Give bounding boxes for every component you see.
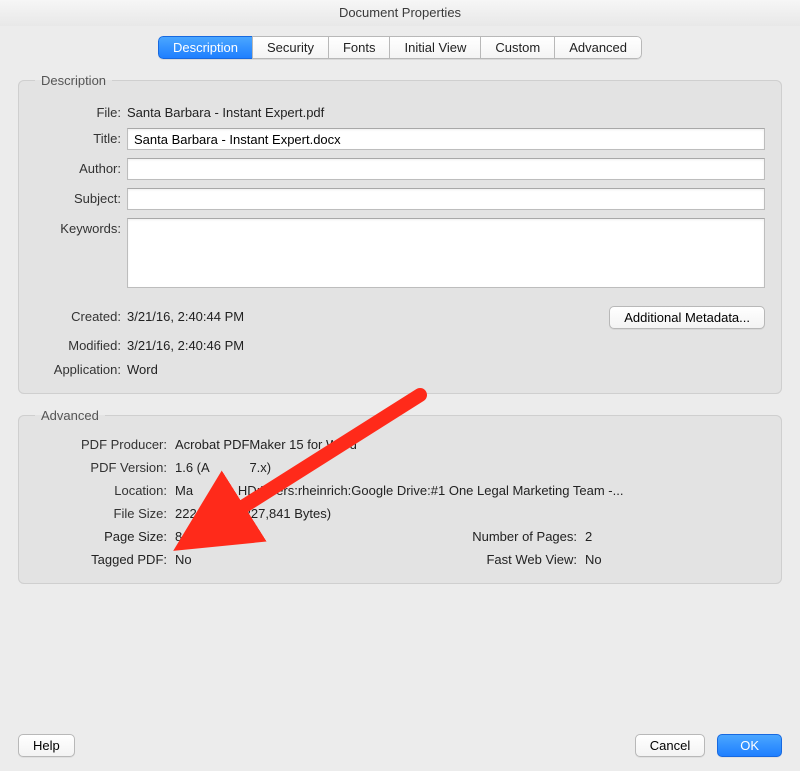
tab-initial-view[interactable]: Initial View (389, 36, 480, 59)
advanced-legend: Advanced (35, 408, 105, 423)
fast-web-view-value: No (585, 552, 765, 567)
pdf-version-label: PDF Version: (35, 460, 175, 475)
location-label: Location: (35, 483, 175, 498)
page-size-value: 8.50 x 10.99 in (175, 529, 385, 544)
author-label: Author: (35, 158, 127, 176)
tab-security[interactable]: Security (252, 36, 328, 59)
cancel-button[interactable]: Cancel (635, 734, 705, 757)
help-button[interactable]: Help (18, 734, 75, 757)
file-label: File: (35, 102, 127, 120)
modified-label: Modified: (35, 335, 127, 353)
keywords-input[interactable] (127, 218, 765, 288)
advanced-group: Advanced PDF Producer: Acrobat PDFMaker … (18, 408, 782, 584)
pdf-producer-label: PDF Producer: (35, 437, 175, 452)
titlebar: Document Properties (0, 0, 800, 26)
tagged-pdf-label: Tagged PDF: (35, 552, 175, 567)
window-title: Document Properties (339, 5, 461, 20)
created-label: Created: (35, 306, 127, 324)
pdf-version-value: 1.6 (Acrobat 7.x) (175, 460, 765, 475)
title-label: Title: (35, 128, 127, 146)
tab-segmented-control: Description Security Fonts Initial View … (158, 36, 642, 59)
subject-label: Subject: (35, 188, 127, 206)
author-input[interactable] (127, 158, 765, 180)
file-value: Santa Barbara - Instant Expert.pdf (127, 102, 765, 120)
tagged-pdf-value: No (175, 552, 385, 567)
file-size-value: 222.50 KB (227,841 Bytes) (175, 506, 765, 521)
content-frame: Description File: Santa Barbara - Instan… (18, 73, 782, 713)
created-value: 3/21/16, 2:40:44 PM (127, 306, 609, 324)
additional-metadata-button[interactable]: Additional Metadata... (609, 306, 765, 329)
keywords-label: Keywords: (35, 218, 127, 236)
fast-web-view-label: Fast Web View: (385, 552, 585, 567)
description-legend: Description (35, 73, 112, 88)
tab-fonts[interactable]: Fonts (328, 36, 390, 59)
pdf-producer-value: Acrobat PDFMaker 15 for Word (175, 437, 765, 452)
application-label: Application: (35, 359, 127, 377)
description-group: Description File: Santa Barbara - Instan… (18, 73, 782, 394)
tab-advanced[interactable]: Advanced (554, 36, 642, 59)
page-size-label: Page Size: (35, 529, 175, 544)
document-properties-window: Document Properties Description Security… (0, 0, 800, 771)
button-bar: Help Cancel OK (18, 734, 782, 757)
ok-button[interactable]: OK (717, 734, 782, 757)
modified-value: 3/21/16, 2:40:46 PM (127, 335, 765, 353)
file-size-label: File Size: (35, 506, 175, 521)
number-pages-label: Number of Pages: (385, 529, 585, 544)
tab-bar: Description Security Fonts Initial View … (0, 36, 800, 59)
subject-input[interactable] (127, 188, 765, 210)
tab-description[interactable]: Description (158, 36, 252, 59)
application-value: Word (127, 359, 765, 377)
location-value: Macintosh HD:Users:rheinrich:Google Driv… (175, 483, 765, 498)
tab-custom[interactable]: Custom (480, 36, 554, 59)
title-input[interactable] (127, 128, 765, 150)
number-pages-value: 2 (585, 529, 765, 544)
